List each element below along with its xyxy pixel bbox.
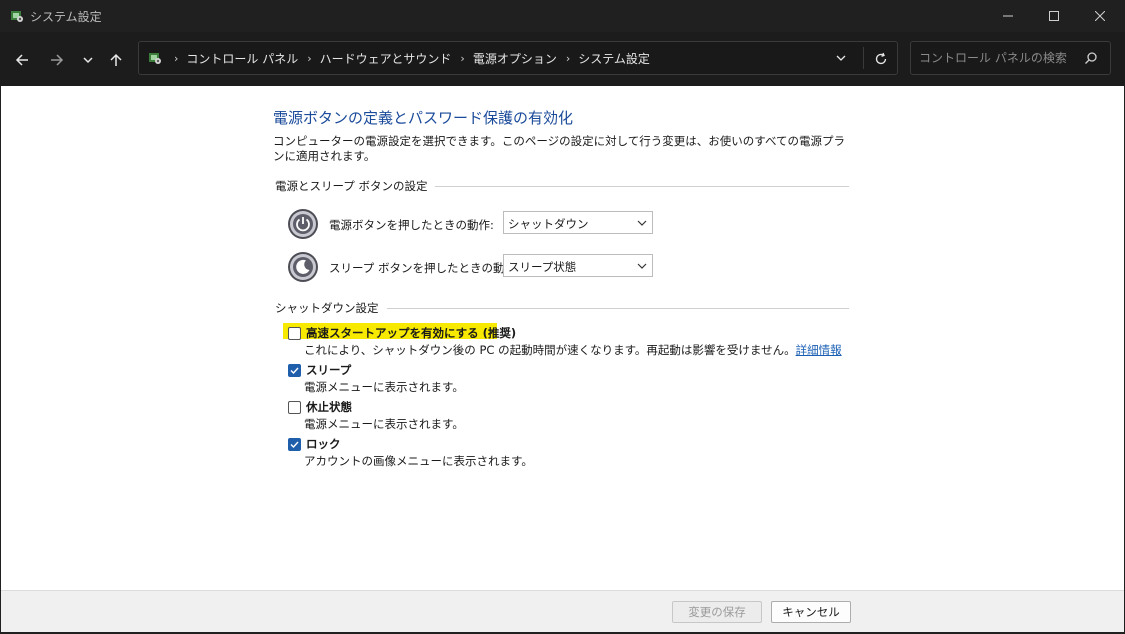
hibernate-checkbox[interactable] bbox=[288, 400, 301, 414]
fast-startup-desc-text: これにより、シャットダウン後の PC の起動時間が速くなります。再起動は影響を受… bbox=[304, 343, 796, 357]
section-heading-label: 電源とスリープ ボタンの設定 bbox=[275, 179, 428, 193]
breadcrumb: › コントロール パネル › ハードウェアとサウンド › 電源オプション › シ… bbox=[165, 50, 650, 67]
fast-startup-label: 高速スタートアップを有効にする (推奨) bbox=[306, 326, 517, 340]
address-history-button[interactable] bbox=[833, 50, 849, 66]
fast-startup-description: これにより、シャットダウン後の PC の起動時間が速くなります。再起動は影響を受… bbox=[304, 342, 842, 358]
chevron-right-icon[interactable]: › bbox=[307, 52, 311, 65]
title-bar: システム設定 bbox=[0, 0, 1125, 32]
control-panel-icon bbox=[149, 53, 161, 64]
chevron-right-icon[interactable]: › bbox=[566, 52, 570, 65]
hibernate-label: 休止状態 bbox=[306, 400, 352, 414]
fast-startup-checkbox[interactable] bbox=[288, 326, 301, 340]
back-button[interactable] bbox=[8, 46, 36, 74]
sleep-button-row: スリープ ボタンを押したときの動作: スリープ状態 bbox=[287, 251, 653, 283]
power-icon bbox=[288, 209, 318, 239]
refresh-icon bbox=[875, 52, 887, 65]
lock-description: アカウントの画像メニューに表示されます。 bbox=[304, 454, 533, 468]
hibernate-option[interactable]: 休止状態 bbox=[288, 399, 352, 415]
sleep-option[interactable]: スリープ bbox=[288, 362, 351, 378]
chevron-down-icon bbox=[83, 57, 93, 64]
forward-button[interactable] bbox=[43, 46, 71, 74]
address-bar[interactable]: › コントロール パネル › ハードウェアとサウンド › 電源オプション › シ… bbox=[138, 41, 898, 75]
chevron-down-icon bbox=[637, 263, 647, 269]
recent-locations-button[interactable] bbox=[74, 46, 102, 74]
sleep-button-action-select[interactable]: スリープ状態 bbox=[503, 254, 653, 277]
chevron-down-icon bbox=[637, 220, 647, 226]
power-button-row: 電源ボタンを押したときの動作: シャットダウン bbox=[287, 208, 653, 240]
navigation-bar: › コントロール パネル › ハードウェアとサウンド › 電源オプション › シ… bbox=[0, 32, 1125, 86]
maximize-icon bbox=[1049, 11, 1059, 21]
breadcrumb-hardware-sound[interactable]: ハードウェアとサウンド bbox=[320, 50, 452, 67]
divider bbox=[386, 307, 849, 309]
power-button-action-select[interactable]: シャットダウン bbox=[503, 211, 653, 234]
page-description: コンピューターの電源設定を選択できます。このページの設定に対して行う変更は、お使… bbox=[273, 134, 846, 163]
lock-checkbox[interactable] bbox=[288, 437, 301, 451]
search-input[interactable] bbox=[911, 42, 1081, 74]
lock-option[interactable]: ロック bbox=[288, 436, 341, 452]
close-button[interactable] bbox=[1077, 0, 1123, 32]
divider bbox=[863, 47, 864, 69]
search-box[interactable] bbox=[910, 41, 1111, 75]
sleep-icon bbox=[288, 252, 318, 282]
arrow-left-icon bbox=[15, 54, 28, 66]
minimize-icon bbox=[1003, 15, 1013, 17]
breadcrumb-control-panel[interactable]: コントロール パネル bbox=[186, 50, 298, 67]
section-heading-shutdown: シャットダウン設定 bbox=[275, 300, 849, 316]
hibernate-description: 電源メニューに表示されます。 bbox=[304, 417, 464, 431]
page-title: 電源ボタンの定義とパスワード保護の有効化 bbox=[273, 109, 574, 127]
refresh-button[interactable] bbox=[871, 49, 891, 69]
breadcrumb-system-settings[interactable]: システム設定 bbox=[578, 50, 650, 67]
sleep-label: スリープ bbox=[306, 363, 352, 377]
search-icon[interactable] bbox=[1084, 51, 1098, 65]
footer-bar: 変更の保存 キャンセル bbox=[1, 590, 1124, 632]
cancel-button[interactable]: キャンセル bbox=[771, 601, 851, 623]
window-title: システム設定 bbox=[30, 10, 102, 24]
maximize-button[interactable] bbox=[1031, 0, 1077, 32]
chevron-down-icon bbox=[836, 55, 846, 61]
divider bbox=[435, 185, 849, 187]
arrow-up-icon bbox=[110, 53, 122, 66]
sleep-description: 電源メニューに表示されます。 bbox=[304, 380, 464, 394]
sleep-checkbox[interactable] bbox=[288, 363, 301, 377]
close-icon bbox=[1095, 11, 1105, 21]
minimize-button[interactable] bbox=[985, 0, 1031, 32]
power-button-label: 電源ボタンを押したときの動作: bbox=[329, 218, 494, 232]
checkmark-icon bbox=[290, 441, 299, 448]
checkmark-icon bbox=[290, 367, 299, 374]
more-info-link[interactable]: 詳細情報 bbox=[796, 343, 842, 357]
power-button-action-value: シャットダウン bbox=[508, 217, 589, 231]
main-content: 電源ボタンの定義とパスワード保護の有効化 コンピューターの電源設定を選択できます… bbox=[1, 86, 1124, 590]
chevron-right-icon: › bbox=[174, 51, 179, 65]
section-heading-power-sleep: 電源とスリープ ボタンの設定 bbox=[275, 178, 849, 194]
chevron-right-icon[interactable]: › bbox=[460, 52, 464, 65]
up-button[interactable] bbox=[102, 46, 130, 74]
lock-label: ロック bbox=[306, 437, 341, 451]
sleep-button-label: スリープ ボタンを押したときの動作: bbox=[329, 261, 520, 275]
fast-startup-option[interactable]: 高速スタートアップを有効にする (推奨) bbox=[288, 325, 516, 341]
breadcrumb-power-options[interactable]: 電源オプション bbox=[473, 50, 557, 67]
section-heading-label: シャットダウン設定 bbox=[275, 301, 379, 315]
sleep-button-action-value: スリープ状態 bbox=[508, 260, 577, 274]
arrow-right-icon bbox=[51, 54, 64, 66]
control-panel-icon bbox=[11, 11, 23, 22]
save-changes-button[interactable]: 変更の保存 bbox=[672, 601, 762, 623]
